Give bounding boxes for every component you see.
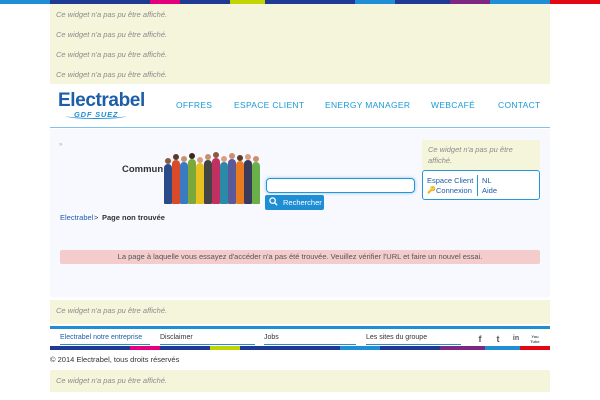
footer-divider	[264, 344, 356, 345]
client-access-box: Espace Client 🔑 Connexion NL Aide	[422, 170, 540, 200]
widget-error-message: Ce widget n'a pas pu être affiché.	[56, 10, 168, 19]
bottom-widget-area: Ce widget n'a pas pu être affiché.	[50, 300, 550, 324]
key-icon: 🔑	[427, 187, 436, 194]
widget-error-message: Ce widget n'a pas pu être affiché.	[56, 30, 168, 39]
search-icon	[269, 197, 278, 206]
nav-offres[interactable]: OFFRES	[176, 100, 212, 110]
footer-link-entreprise[interactable]: Electrabel notre entreprise	[60, 334, 142, 343]
client-divider	[477, 175, 478, 196]
espace-client-link[interactable]: Espace Client	[427, 176, 473, 185]
twitter-icon[interactable]: t	[493, 334, 503, 344]
footer-divider	[366, 344, 461, 345]
facebook-icon[interactable]: f	[475, 334, 485, 344]
widget-error-message: Ce widget n'a pas pu être affiché.	[56, 376, 168, 385]
breadcrumb-separator: >	[94, 213, 99, 222]
small-bullet: »	[59, 142, 63, 148]
footer-divider	[160, 344, 255, 345]
connexion-link[interactable]: Connexion	[436, 186, 472, 195]
copyright-text: © 2014 Electrabel, tous droits réservés	[50, 355, 180, 364]
breadcrumb-home[interactable]: Electrabel	[60, 213, 93, 222]
search-input[interactable]	[266, 178, 415, 193]
footer-divider	[60, 344, 150, 345]
language-nl-link[interactable]: NL	[482, 176, 492, 185]
youtube-icon[interactable]: You Tube	[528, 334, 542, 344]
bottom-color-bar	[50, 346, 550, 350]
breadcrumb-current: Page non trouvée	[102, 213, 165, 222]
page-not-found-alert: La page à laquelle vous essayez d'accéde…	[60, 250, 540, 264]
footer-links: Electrabel notre entreprise Disclaimer J…	[50, 326, 550, 346]
footer-link-disclaimer[interactable]: Disclaimer	[160, 334, 193, 343]
people-banner-image	[162, 150, 266, 204]
logo-tagline: GDF SUEZ	[74, 110, 119, 119]
final-widget-area: Ce widget n'a pas pu être affiché.	[50, 370, 550, 392]
electrabel-logo[interactable]: Electrabel GDF SUEZ	[50, 86, 145, 126]
linkedin-icon[interactable]: in	[511, 334, 521, 344]
search-button-label: Rechercher	[283, 198, 322, 207]
search-button[interactable]: Rechercher	[265, 195, 324, 210]
nav-webcafe[interactable]: WEBCAFÉ	[431, 100, 475, 110]
footer-link-jobs[interactable]: Jobs	[264, 334, 279, 343]
widget-error-message: Ce widget n'a pas pu être affiché.	[56, 306, 168, 315]
widget-error-message: Ce widget n'a pas pu être affiché.	[428, 145, 513, 165]
widget-error-message: Ce widget n'a pas pu être affiché.	[56, 70, 168, 79]
nav-espace-client[interactable]: ESPACE CLIENT	[234, 100, 304, 110]
nav-contact[interactable]: CONTACT	[498, 100, 541, 110]
search-section-title: Commun	[122, 164, 164, 175]
widget-error-message: Ce widget n'a pas pu être affiché.	[56, 50, 168, 59]
error-message: La page à laquelle vous essayez d'accéde…	[117, 252, 483, 261]
top-widget-area: Ce widget n'a pas pu être affiché. Ce wi…	[50, 4, 550, 84]
nav-energy-manager[interactable]: ENERGY MANAGER	[325, 100, 410, 110]
site-header: Electrabel GDF SUEZ OFFRES ESPACE CLIENT…	[50, 86, 550, 128]
logo-text: Electrabel	[58, 90, 145, 111]
aide-link[interactable]: Aide	[482, 186, 497, 195]
side-widget-area: Ce widget n'a pas pu être affiché.	[422, 140, 540, 170]
footer-link-sites-groupe[interactable]: Les sites du groupe	[366, 334, 427, 343]
